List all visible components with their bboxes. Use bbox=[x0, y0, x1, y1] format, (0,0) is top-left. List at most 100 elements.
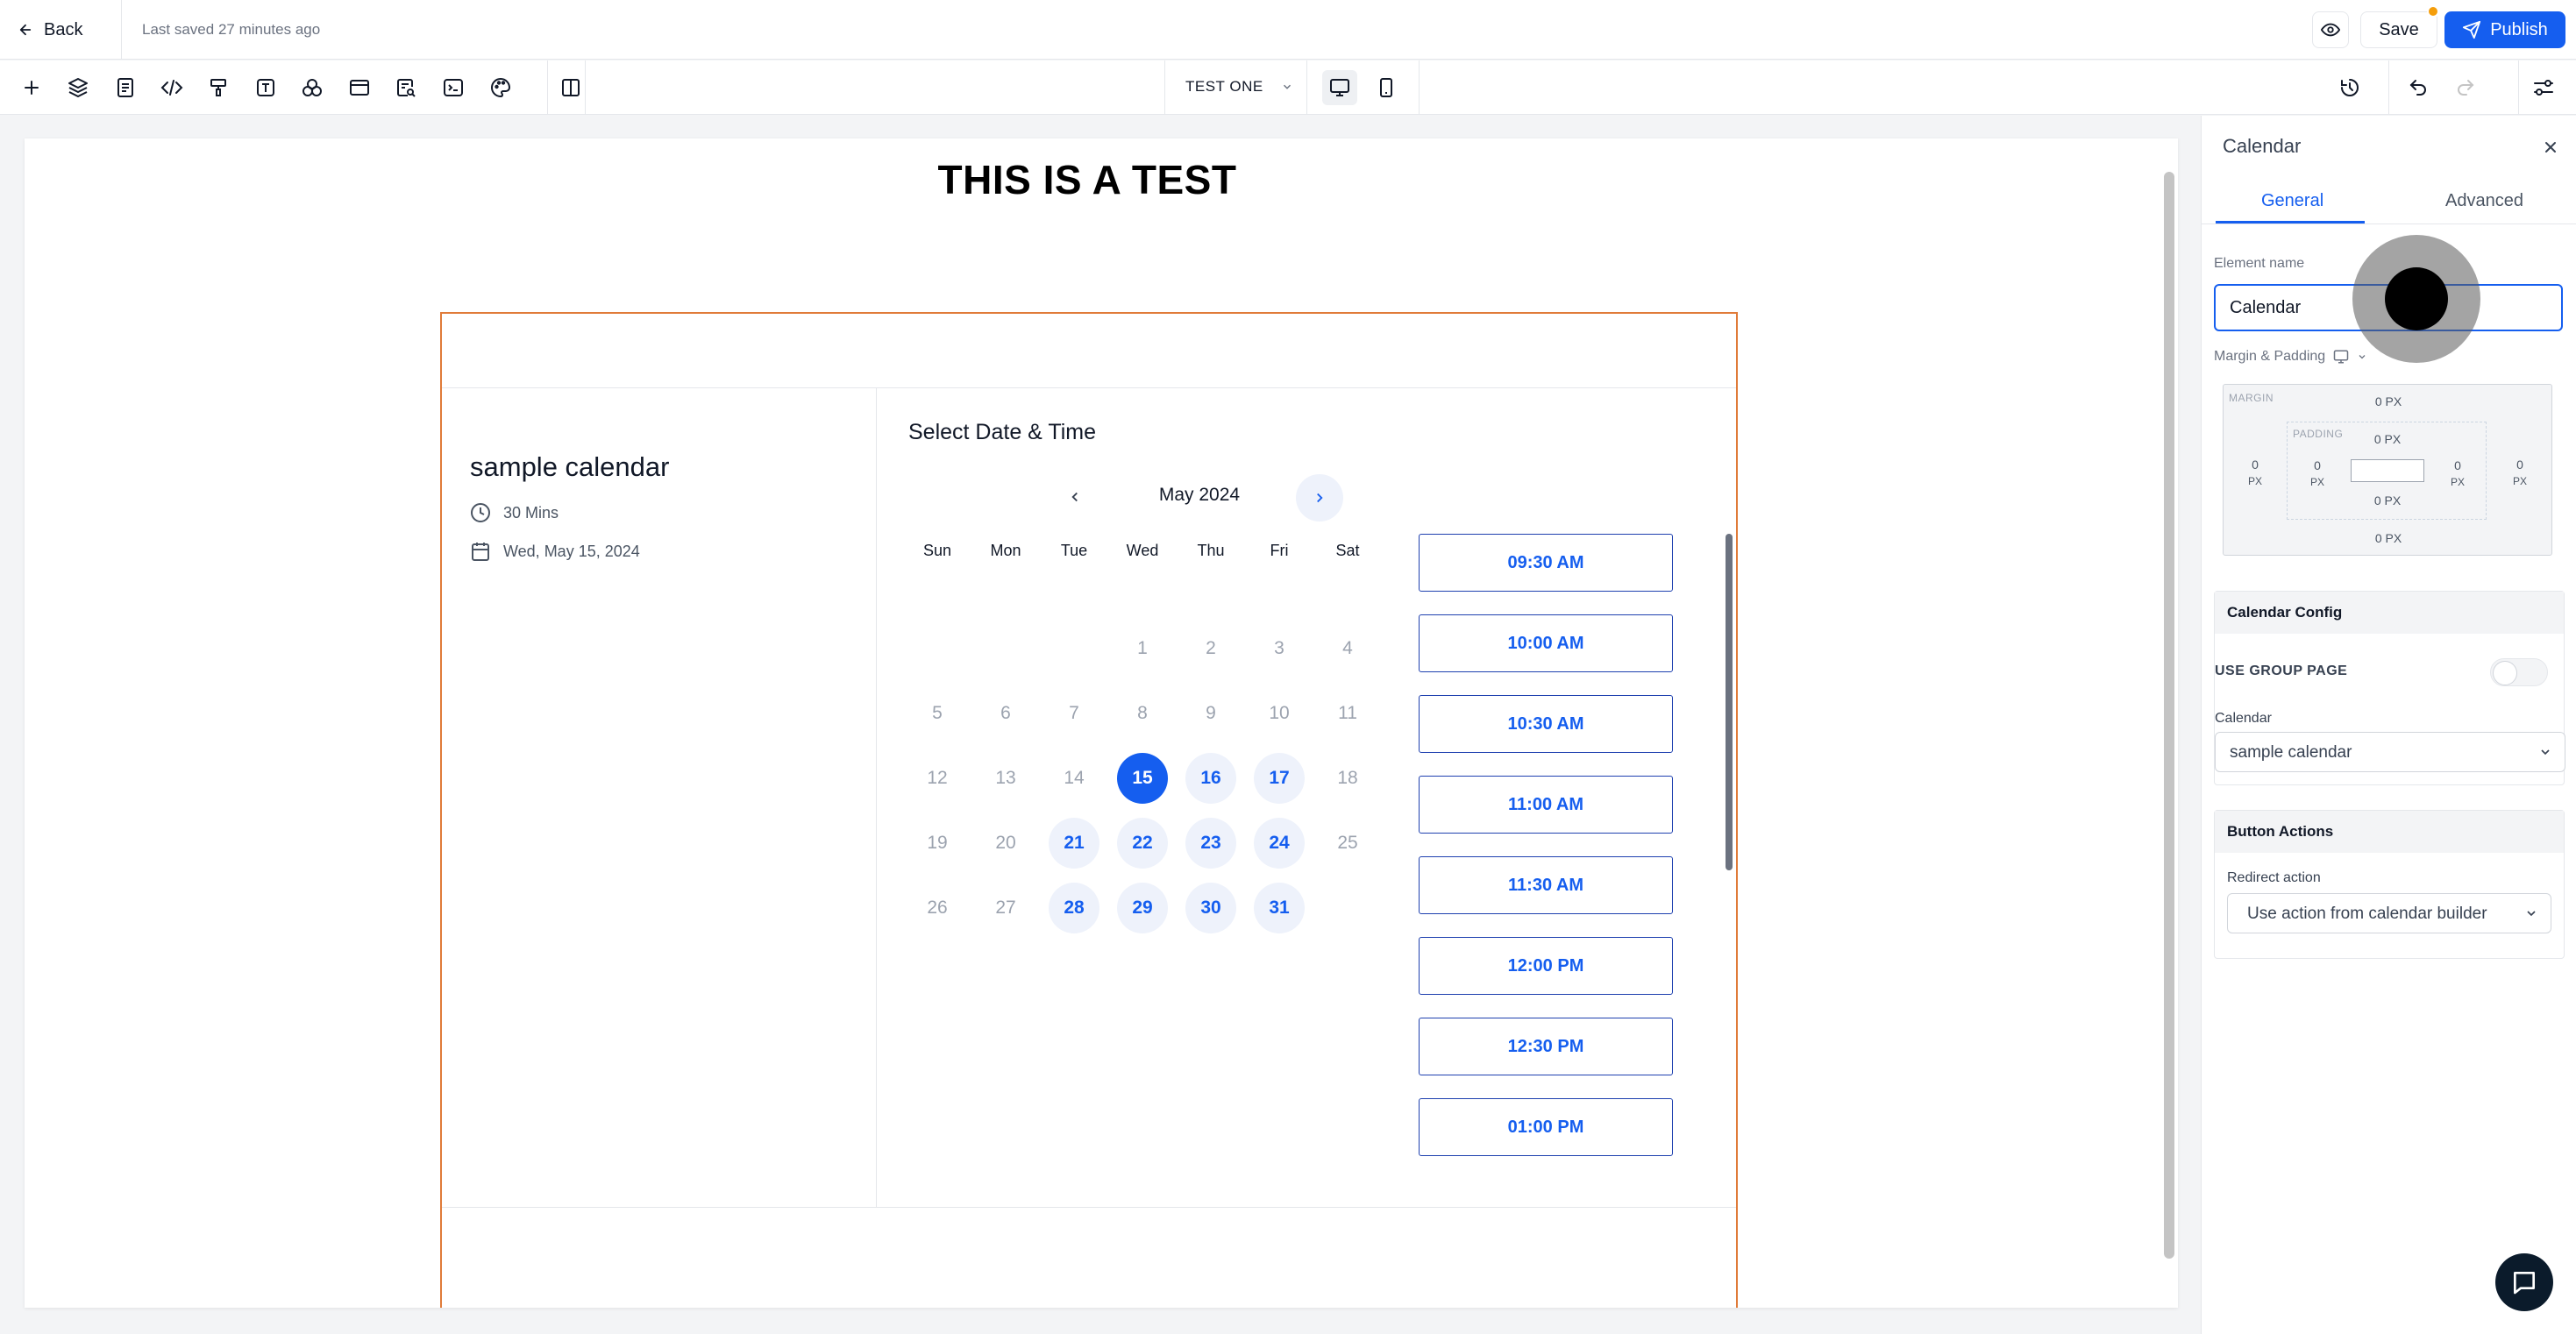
close-panel-button[interactable] bbox=[2537, 133, 2565, 161]
time-slot-button[interactable]: 10:30 AM bbox=[1419, 695, 1673, 753]
margin-bottom-value[interactable]: 0 PX bbox=[2360, 530, 2416, 546]
page-selector[interactable]: TEST ONE bbox=[1185, 78, 1293, 96]
redirect-action-select[interactable]: Use action from calendar builder bbox=[2227, 893, 2551, 933]
button-actions-header[interactable]: Button Actions bbox=[2215, 811, 2564, 853]
time-slot-button[interactable]: 09:30 AM bbox=[1419, 534, 1673, 592]
calendar-day[interactable]: 21 bbox=[1049, 818, 1099, 869]
mobile-view-button[interactable] bbox=[1369, 70, 1404, 105]
calendar-day[interactable]: 23 bbox=[1185, 818, 1236, 869]
section-icon bbox=[350, 80, 369, 96]
calendar-widget[interactable]: sample calendar 30 Mins Wed, May 15, 202… bbox=[442, 387, 1736, 1208]
settings-toggle-button[interactable] bbox=[2528, 72, 2559, 103]
tracking-code-button[interactable] bbox=[438, 72, 469, 103]
duration-row: 30 Mins bbox=[470, 502, 559, 523]
page-canvas: THIS IS A TEST sample calendar 30 Mins W… bbox=[25, 138, 2178, 1308]
elements-button[interactable] bbox=[296, 72, 328, 103]
weekday-label: Mon bbox=[990, 542, 1021, 559]
theme-button[interactable] bbox=[485, 72, 516, 103]
event-title: sample calendar bbox=[470, 451, 670, 482]
selected-day[interactable]: 15 bbox=[1117, 753, 1168, 804]
monitor-icon[interactable] bbox=[2332, 349, 2350, 365]
styles-button[interactable] bbox=[203, 72, 234, 103]
padding-bottom-value[interactable]: 0 PX bbox=[2359, 493, 2416, 508]
margin-left-value[interactable]: 0 PX bbox=[2238, 457, 2273, 489]
calendar-day: 20 bbox=[995, 833, 1016, 853]
pages-button[interactable] bbox=[110, 72, 141, 103]
layers-button[interactable] bbox=[62, 72, 94, 103]
calendar-day: 1 bbox=[1137, 638, 1148, 658]
calendar-section[interactable]: sample calendar 30 Mins Wed, May 15, 202… bbox=[440, 312, 1738, 1308]
canvas-scrollbar[interactable] bbox=[2160, 172, 2178, 1276]
margin-right-number: 0 bbox=[2516, 458, 2523, 472]
divider bbox=[1419, 60, 1420, 115]
calendar-day[interactable]: 28 bbox=[1049, 883, 1099, 933]
unit-label: PX bbox=[2450, 476, 2465, 488]
calendar-config-header[interactable]: Calendar Config bbox=[2215, 592, 2564, 634]
typography-button[interactable] bbox=[250, 72, 281, 103]
desktop-view-button[interactable] bbox=[1322, 70, 1357, 105]
use-group-page-toggle[interactable] bbox=[2490, 658, 2548, 686]
margin-top-value[interactable]: 0 PX bbox=[2360, 394, 2416, 409]
time-slot-button[interactable]: 10:00 AM bbox=[1419, 614, 1673, 672]
code-icon bbox=[160, 80, 183, 96]
back-button[interactable]: Back bbox=[18, 14, 82, 46]
padding-left-value[interactable]: 0 PX bbox=[2302, 458, 2333, 490]
divider bbox=[1164, 60, 1165, 115]
redo-button[interactable] bbox=[2450, 72, 2481, 103]
calendar-day[interactable]: 31 bbox=[1254, 883, 1305, 933]
margin-right-value[interactable]: 0 PX bbox=[2502, 457, 2537, 489]
columns-icon bbox=[562, 79, 580, 96]
calendar-day[interactable]: 30 bbox=[1185, 883, 1236, 933]
history-button[interactable] bbox=[2334, 72, 2366, 103]
time-slot-button[interactable]: 11:00 AM bbox=[1419, 776, 1673, 834]
add-element-button[interactable] bbox=[16, 72, 47, 103]
plus-icon bbox=[25, 81, 39, 95]
time-slot-button[interactable]: 12:00 PM bbox=[1419, 937, 1673, 995]
chat-widget-button[interactable] bbox=[2495, 1253, 2553, 1311]
chevron-down-icon[interactable] bbox=[2357, 351, 2367, 362]
page-heading[interactable]: THIS IS A TEST bbox=[25, 156, 2150, 203]
calendar-day[interactable]: 17 bbox=[1254, 753, 1305, 804]
calendar-day[interactable]: 16 bbox=[1185, 753, 1236, 804]
monitor-icon bbox=[1330, 79, 1349, 96]
element-settings-panel: Calendar General Advanced Element name M… bbox=[2201, 116, 2576, 1334]
calendar-day[interactable]: 29 bbox=[1117, 883, 1168, 933]
duration-text: 30 Mins bbox=[503, 503, 559, 522]
save-button[interactable]: Save bbox=[2360, 11, 2437, 48]
padding-right-value[interactable]: 0 PX bbox=[2442, 458, 2473, 490]
calendar-select[interactable]: sample calendar bbox=[2215, 732, 2565, 772]
calendar-day: 27 bbox=[995, 898, 1016, 918]
sections-button[interactable] bbox=[344, 72, 375, 103]
selected-date-text: Wed, May 15, 2024 bbox=[503, 542, 640, 560]
prev-month-button[interactable] bbox=[1057, 479, 1092, 514]
tab-advanced[interactable]: Advanced bbox=[2445, 191, 2523, 211]
history-icon bbox=[2341, 79, 2359, 96]
text-icon bbox=[257, 79, 274, 96]
chevron-down-icon bbox=[2527, 911, 2536, 917]
send-icon bbox=[2463, 20, 2481, 39]
chevron-left-icon bbox=[1071, 492, 1078, 502]
button-actions-card: Button Actions Redirect action Use actio… bbox=[2214, 810, 2565, 959]
pointer-indicator bbox=[2352, 235, 2480, 363]
time-slot-button[interactable]: 11:30 AM bbox=[1419, 856, 1673, 914]
calendar-day[interactable]: 24 bbox=[1254, 818, 1305, 869]
preview-button[interactable] bbox=[2312, 11, 2349, 48]
padding-top-value[interactable]: 0 PX bbox=[2359, 431, 2416, 447]
next-month-button[interactable] bbox=[1296, 474, 1343, 522]
publish-button[interactable]: Publish bbox=[2444, 11, 2565, 48]
active-tab-indicator bbox=[2216, 221, 2365, 224]
custom-code-button[interactable] bbox=[156, 72, 188, 103]
smartphone-icon bbox=[1380, 78, 1392, 97]
time-slot-button[interactable]: 12:30 PM bbox=[1419, 1018, 1673, 1075]
time-slot-button[interactable]: 01:00 PM bbox=[1419, 1098, 1673, 1156]
time-slot-scrollbar[interactable] bbox=[1726, 534, 1733, 870]
seo-button[interactable] bbox=[390, 72, 422, 103]
unit-label: PX bbox=[2247, 475, 2262, 487]
tab-general[interactable]: General bbox=[2261, 191, 2323, 211]
canvas-scroll-thumb[interactable] bbox=[2164, 172, 2174, 1259]
calendar-day: 11 bbox=[1338, 703, 1357, 723]
calendar-day[interactable]: 22 bbox=[1117, 818, 1168, 869]
split-view-button[interactable] bbox=[555, 72, 587, 103]
undo-button[interactable] bbox=[2402, 72, 2434, 103]
close-icon bbox=[2545, 142, 2556, 153]
